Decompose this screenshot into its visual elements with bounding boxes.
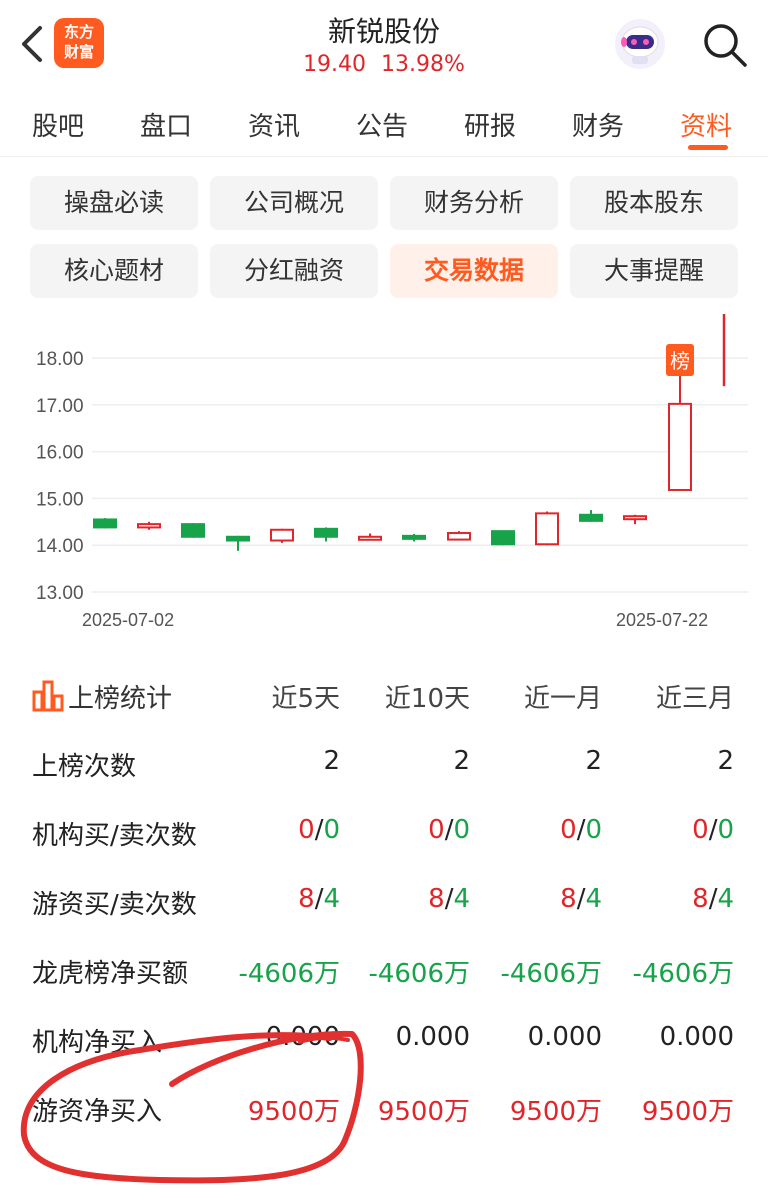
stats-cell-part: 0 <box>323 815 340 845</box>
y-tick-label: 18.00 <box>36 349 84 370</box>
candle-body <box>447 532 471 541</box>
stats-cell: 2 <box>717 746 734 776</box>
stats-header: 上榜统计 近5天 近10天 近一月 近三月 <box>0 674 768 718</box>
stats-cell: 2 <box>453 746 470 776</box>
marker-label: 榜 <box>670 349 690 373</box>
stats-cell: 2 <box>323 746 340 776</box>
stock-change: 13.98% <box>381 52 465 77</box>
y-tick-label: 17.00 <box>36 396 84 417</box>
hand-drawn-circle-annotation <box>20 1030 364 1184</box>
candle-body <box>181 523 205 538</box>
tab-guba[interactable]: 股吧 <box>32 106 84 143</box>
stats-cell-part: 4 <box>323 884 340 914</box>
tab-pankou[interactable]: 盘口 <box>140 106 192 143</box>
col-5d[interactable]: 近5天 <box>220 678 340 715</box>
stats-cell: 8/4 <box>482 884 602 914</box>
tab-news[interactable]: 资讯 <box>248 106 300 143</box>
stats-cell-part: 0 <box>298 815 315 845</box>
subtab-shareholders[interactable]: 股本股东 <box>570 176 738 230</box>
tab-profile[interactable]: 资料 <box>680 106 732 143</box>
stats-cell-part: 8 <box>428 884 445 914</box>
col-1m[interactable]: 近一月 <box>482 678 602 715</box>
candle-body <box>535 512 559 546</box>
stats-cell: -4606万 <box>500 959 602 989</box>
bar-chart-icon <box>32 680 64 712</box>
subtab-core-themes[interactable]: 核心题材 <box>30 244 198 298</box>
stats-cell-part: 4 <box>453 884 470 914</box>
candle-body <box>668 402 692 491</box>
subtab-financial-analysis[interactable]: 财务分析 <box>390 176 558 230</box>
y-tick-label: 14.00 <box>36 536 84 557</box>
stats-cell: -4606万 <box>632 959 734 989</box>
candle-body <box>579 513 603 522</box>
stats-cell-part: 0 <box>717 815 734 845</box>
subtab-dividends-financing[interactable]: 分红融资 <box>210 244 378 298</box>
subtab-company-overview[interactable]: 公司概况 <box>210 176 378 230</box>
tab-finance[interactable]: 财务 <box>572 106 624 143</box>
stats-cell: 0/0 <box>220 815 340 845</box>
candle-body <box>270 528 294 542</box>
stats-title: 上榜统计 <box>68 684 173 714</box>
x-tick-label: 2025-07-22 <box>616 610 708 630</box>
stats-cell: 9500万 <box>509 1097 602 1127</box>
y-tick-label: 15.00 <box>36 489 84 510</box>
candlestick-chart: 18.00 17.00 16.00 15.00 14.00 13.00 2025-07-02… <box>36 314 748 630</box>
stats-row-label: 龙虎榜净买额 <box>32 959 189 989</box>
stats-cell-part: 8 <box>298 884 315 914</box>
candle-body <box>93 518 117 529</box>
candle-body <box>358 535 382 541</box>
main-tabs: 股吧 盘口 资讯 公告 研报 财务 资料 <box>0 88 768 157</box>
stats-cell-part: 0 <box>692 815 709 845</box>
tab-research[interactable]: 研报 <box>464 106 516 143</box>
stats-cell-part: 4 <box>585 884 602 914</box>
stats-cell: 8/4 <box>220 884 340 914</box>
robot-assistant-icon[interactable] <box>614 18 666 70</box>
stats-cell: 9500万 <box>641 1097 734 1127</box>
stats-cell: 0.000 <box>659 1022 734 1052</box>
x-tick-label: 2025-07-02 <box>82 610 174 630</box>
stats-cell-part: 0 <box>453 815 470 845</box>
stats-cell-part: 0 <box>560 815 577 845</box>
col-10d[interactable]: 近10天 <box>350 678 470 715</box>
stats-cell: 8/4 <box>614 884 734 914</box>
candle-body <box>491 530 515 546</box>
candle-body <box>226 535 250 542</box>
subtab-major-events[interactable]: 大事提醒 <box>570 244 738 298</box>
stats-cell-part: 4 <box>717 884 734 914</box>
subtab-trading-essentials[interactable]: 操盘必读 <box>30 176 198 230</box>
tab-announcements[interactable]: 公告 <box>356 106 408 143</box>
y-tick-label: 13.00 <box>36 583 84 604</box>
candle-body <box>623 515 647 521</box>
stats-cell: -4606万 <box>238 959 340 989</box>
candle-body <box>314 527 338 538</box>
active-tab-indicator <box>688 145 728 150</box>
search-icon[interactable] <box>702 22 748 68</box>
stats-cell-part: 0 <box>585 815 602 845</box>
stats-cell-part: 8 <box>560 884 577 914</box>
stats-cell: -4606万 <box>368 959 470 989</box>
stats-row-label: 游资买/卖次数 <box>32 890 197 920</box>
stats-cell: 0/0 <box>350 815 470 845</box>
y-tick-label: 16.00 <box>36 443 84 464</box>
stats-cell: 0/0 <box>614 815 734 845</box>
col-3m[interactable]: 近三月 <box>614 678 734 715</box>
subtab-trading-data[interactable]: 交易数据 <box>390 244 558 298</box>
stats-cell: 8/4 <box>350 884 470 914</box>
stats-cell: 2 <box>585 746 602 776</box>
stock-price: 19.40 <box>303 52 367 77</box>
stats-cell: 0.000 <box>527 1022 602 1052</box>
stats-cell: 0/0 <box>482 815 602 845</box>
candle-body <box>402 534 426 540</box>
stats-cell-part: 0 <box>428 815 445 845</box>
candle-body <box>137 523 161 529</box>
stats-row-label: 机构买/卖次数 <box>32 821 197 851</box>
stats-row-label: 上榜次数 <box>32 752 137 782</box>
header: 东方 财富 新锐股份 19.40 13.98% <box>0 0 768 88</box>
stats-cell-part: 8 <box>692 884 709 914</box>
